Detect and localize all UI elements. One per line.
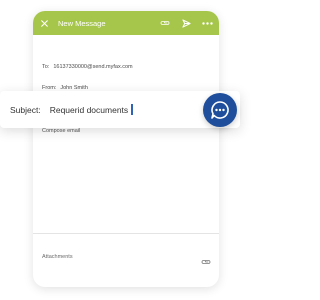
close-icon[interactable] bbox=[39, 18, 49, 28]
more-icon[interactable] bbox=[202, 18, 213, 28]
subject-label: Subject: bbox=[10, 104, 41, 115]
text-cursor bbox=[131, 104, 133, 115]
to-field[interactable]: To: 16137330000@send.myfax.com bbox=[42, 64, 133, 70]
page-title: New Message bbox=[58, 18, 106, 28]
attachment-icon[interactable] bbox=[201, 252, 212, 264]
chat-button[interactable] bbox=[203, 93, 237, 127]
divider bbox=[33, 233, 219, 234]
attachment-icon[interactable] bbox=[160, 18, 171, 28]
send-icon[interactable] bbox=[181, 18, 192, 28]
attachments-label[interactable]: Attachments bbox=[42, 254, 73, 260]
chat-bubble-icon bbox=[211, 101, 229, 119]
subject-value: Requerid documents bbox=[49, 104, 129, 115]
message-card: New Message To: 16137330000@send.myfax.co… bbox=[33, 11, 219, 287]
to-label: To: bbox=[42, 64, 50, 70]
to-value: 16137330000@send.myfax.com bbox=[53, 64, 133, 70]
message-header: New Message bbox=[33, 11, 219, 35]
compose-email-field[interactable]: Compose email bbox=[42, 128, 80, 134]
stage: New Message To: 16137330000@send.myfax.co… bbox=[0, 0, 253, 300]
